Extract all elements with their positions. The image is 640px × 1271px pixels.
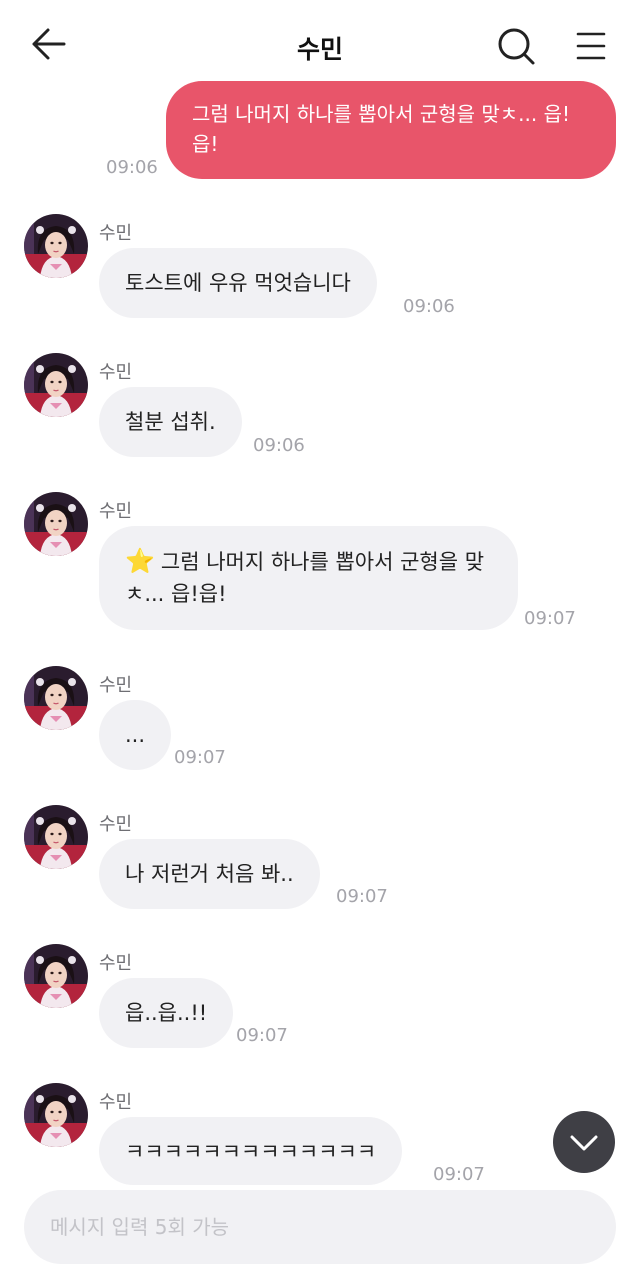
message-time: 09:07 xyxy=(174,747,226,768)
sent-message-bubble[interactable]: 그럼 나머지 하나를 뽑아서 군형을 맞ㅊ... 읍!읍! xyxy=(166,81,616,179)
message-text: 읍..읍..!! xyxy=(125,1001,208,1025)
message-time: 09:06 xyxy=(403,296,455,317)
message-time: 09:07 xyxy=(433,1164,485,1185)
message-time: 09:07 xyxy=(236,1025,288,1046)
sender-name: 수민 xyxy=(99,362,133,383)
menu-button[interactable] xyxy=(570,24,614,68)
avatar[interactable] xyxy=(24,353,88,417)
chevron-down-icon xyxy=(570,1135,598,1151)
received-message-bubble[interactable]: 철분 섭취. xyxy=(99,387,242,457)
message-time: 09:07 xyxy=(524,608,576,629)
sent-message-text: 그럼 나머지 하나를 뽑아서 군형을 맞ㅊ... 읍!읍! xyxy=(192,102,571,156)
message-input[interactable] xyxy=(24,1190,616,1264)
avatar[interactable] xyxy=(24,214,88,278)
message-text: ... xyxy=(125,723,146,747)
sender-name: 수민 xyxy=(99,675,133,696)
avatar[interactable] xyxy=(24,944,88,1008)
message-text: 그럼 나머지 하나를 뽑아서 군형을 맞ㅊ... 읍!읍! xyxy=(125,550,485,606)
chat-header: 수민 xyxy=(0,0,640,90)
received-message-bubble[interactable]: ㅋㅋㅋㅋㅋㅋㅋㅋㅋㅋㅋㅋㅋ xyxy=(99,1117,403,1185)
avatar[interactable] xyxy=(24,1083,88,1147)
sent-message-time: 09:06 xyxy=(106,157,158,178)
chat-title: 수민 xyxy=(296,35,343,64)
sender-name: 수민 xyxy=(99,501,133,522)
search-icon xyxy=(498,28,535,65)
search-button[interactable] xyxy=(494,24,538,68)
received-message-bubble[interactable]: 읍..읍..!! xyxy=(99,978,234,1048)
message-text: 토스트에 우유 먹엇습니다 xyxy=(125,271,351,295)
received-message-bubble[interactable]: ... xyxy=(99,700,172,770)
received-message-bubble[interactable]: ⭐ 그럼 나머지 하나를 뽑아서 군형을 맞ㅊ... 읍!읍! xyxy=(99,526,518,630)
message-text: ㅋㅋㅋㅋㅋㅋㅋㅋㅋㅋㅋㅋㅋ xyxy=(125,1140,377,1164)
sender-name: 수민 xyxy=(99,814,133,835)
sender-name: 수민 xyxy=(99,953,133,974)
sender-name: 수민 xyxy=(99,223,133,244)
message-time: 09:07 xyxy=(336,886,388,907)
received-message-bubble[interactable]: 토스트에 우유 먹엇습니다 xyxy=(99,248,377,318)
avatar[interactable] xyxy=(24,666,88,730)
avatar[interactable] xyxy=(24,805,88,869)
message-input-bar xyxy=(24,1190,616,1264)
scroll-to-bottom-button[interactable] xyxy=(553,1111,615,1173)
sender-name: 수민 xyxy=(99,1092,133,1113)
message-text: 나 저런거 처음 봐.. xyxy=(125,862,294,886)
avatar[interactable] xyxy=(24,492,88,556)
star-icon: ⭐ xyxy=(125,547,155,575)
message-time: 09:06 xyxy=(253,435,305,456)
hamburger-menu-icon xyxy=(576,32,606,60)
received-message-bubble[interactable]: 나 저런거 처음 봐.. xyxy=(99,839,320,909)
message-text: 철분 섭취. xyxy=(125,410,216,434)
